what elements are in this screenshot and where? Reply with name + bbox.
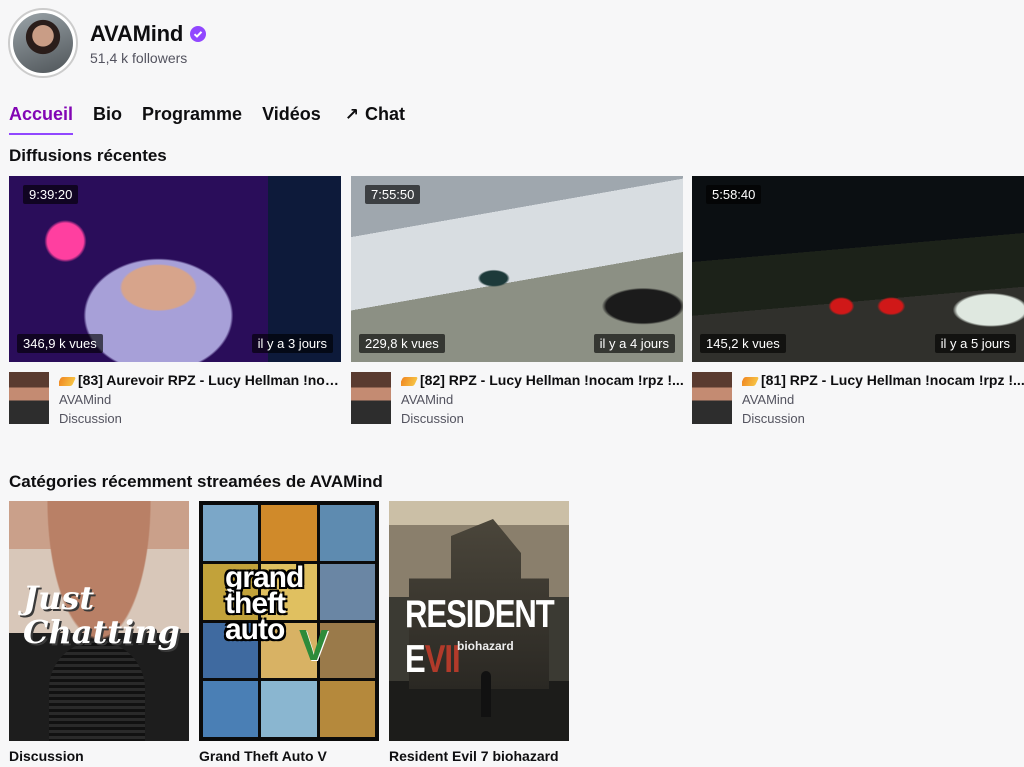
video-category[interactable]: Discussion bbox=[742, 411, 1024, 426]
video-text: [82] RPZ - Lucy Hellman !nocam !rpz !...… bbox=[401, 372, 683, 426]
channel-name[interactable]: AVAMind bbox=[90, 21, 183, 47]
rpz-emote-icon bbox=[742, 376, 760, 386]
video-title[interactable]: [82] RPZ - Lucy Hellman !nocam !rpz !... bbox=[401, 372, 683, 388]
game-logo-numeral: V bbox=[299, 621, 329, 670]
video-category[interactable]: Discussion bbox=[401, 411, 683, 426]
logo-numeral: VII bbox=[424, 637, 461, 681]
follower-count: 51,4 k followers bbox=[90, 49, 188, 66]
rpz-emote-icon bbox=[59, 376, 77, 386]
video-thumbnail[interactable]: 9:39:20 346,9 k vues il y a 3 jours bbox=[9, 176, 341, 362]
video-channel[interactable]: AVAMind bbox=[401, 392, 683, 407]
avatar-image bbox=[13, 13, 73, 73]
video-title-text: [82] RPZ - Lucy Hellman !nocam !rpz !... bbox=[420, 372, 683, 388]
category-label[interactable]: Grand Theft Auto V bbox=[199, 748, 327, 764]
tab-chat[interactable]: ↗ Chat bbox=[341, 104, 405, 133]
category-card-gta-v[interactable]: grand theft auto V bbox=[199, 501, 379, 741]
video-text: [81] RPZ - Lucy Hellman !nocam !rpz !...… bbox=[742, 372, 1024, 426]
channel-header: AVAMind 51,4 k followers bbox=[8, 8, 207, 78]
video-thumbnail[interactable]: 7:55:50 229,8 k vues il y a 4 jours bbox=[351, 176, 683, 362]
video-age: il y a 5 jours bbox=[934, 334, 1016, 353]
video-info: [82] RPZ - Lucy Hellman !nocam !rpz !...… bbox=[351, 372, 683, 426]
recent-categories-title: Catégories récemment streamées de AVAMin… bbox=[9, 472, 383, 491]
video-views: 229,8 k vues bbox=[359, 334, 445, 353]
game-logo: RESIDENT EVII bbox=[405, 592, 569, 682]
category-label[interactable]: Discussion bbox=[9, 748, 84, 764]
channel-info: AVAMind 51,4 k followers bbox=[90, 21, 207, 66]
video-age: il y a 3 jours bbox=[251, 334, 333, 353]
verified-badge-icon bbox=[190, 25, 207, 42]
video-title-text: [83] Aurevoir RPZ - Lucy Hellman !nocam … bbox=[78, 372, 341, 388]
microphone-art bbox=[49, 641, 145, 741]
category-thumbnail[interactable] bbox=[9, 372, 49, 424]
category-art-text: Just Chatting bbox=[23, 581, 180, 649]
channel-tabs: Accueil Bio Programme Vidéos ↗ Chat bbox=[9, 104, 425, 135]
rpz-emote-icon bbox=[401, 376, 419, 386]
video-info: [83] Aurevoir RPZ - Lucy Hellman !nocam … bbox=[9, 372, 341, 426]
arrow-up-right-icon: ↗ bbox=[344, 105, 360, 124]
category-thumbnail[interactable] bbox=[692, 372, 732, 424]
video-channel[interactable]: AVAMind bbox=[59, 392, 341, 407]
category-label[interactable]: Resident Evil 7 biohazard bbox=[389, 748, 559, 764]
video-duration: 9:39:20 bbox=[23, 185, 79, 204]
video-info: [81] RPZ - Lucy Hellman !nocam !rpz !...… bbox=[692, 372, 1024, 426]
video-age: il y a 4 jours bbox=[593, 334, 675, 353]
category-card-just-chatting[interactable]: Just Chatting bbox=[9, 501, 189, 741]
video-duration: 5:58:40 bbox=[706, 185, 762, 204]
video-thumbnail[interactable]: 5:58:40 145,2 k vues il y a 5 jours bbox=[692, 176, 1024, 362]
video-duration: 7:55:50 bbox=[365, 185, 421, 204]
recent-broadcasts-title: Diffusions récentes bbox=[9, 146, 167, 165]
video-title[interactable]: [81] RPZ - Lucy Hellman !nocam !rpz !... bbox=[742, 372, 1024, 388]
video-category[interactable]: Discussion bbox=[59, 411, 341, 426]
avatar[interactable] bbox=[8, 8, 78, 78]
channel-name-row: AVAMind bbox=[90, 21, 207, 47]
video-title[interactable]: [83] Aurevoir RPZ - Lucy Hellman !nocam … bbox=[59, 372, 341, 388]
video-title-text: [81] RPZ - Lucy Hellman !nocam !rpz !... bbox=[761, 372, 1024, 388]
tab-bio[interactable]: Bio bbox=[93, 104, 122, 133]
video-channel[interactable]: AVAMind bbox=[742, 392, 1024, 407]
tab-home[interactable]: Accueil bbox=[9, 104, 74, 135]
video-views: 145,2 k vues bbox=[700, 334, 786, 353]
video-views: 346,9 k vues bbox=[17, 334, 103, 353]
tab-videos[interactable]: Vidéos bbox=[262, 104, 321, 133]
art-line: Chatting bbox=[23, 613, 180, 651]
tab-chat-label: Chat bbox=[365, 104, 406, 124]
figure-silhouette bbox=[481, 671, 491, 717]
art-line: Just bbox=[23, 579, 95, 617]
category-card-resident-evil-7[interactable]: RESIDENT EVII biohazard bbox=[389, 501, 569, 741]
tab-schedule[interactable]: Programme bbox=[142, 104, 242, 133]
video-text: [83] Aurevoir RPZ - Lucy Hellman !nocam … bbox=[59, 372, 341, 426]
game-subtitle: biohazard bbox=[457, 639, 514, 653]
category-thumbnail[interactable] bbox=[351, 372, 391, 424]
